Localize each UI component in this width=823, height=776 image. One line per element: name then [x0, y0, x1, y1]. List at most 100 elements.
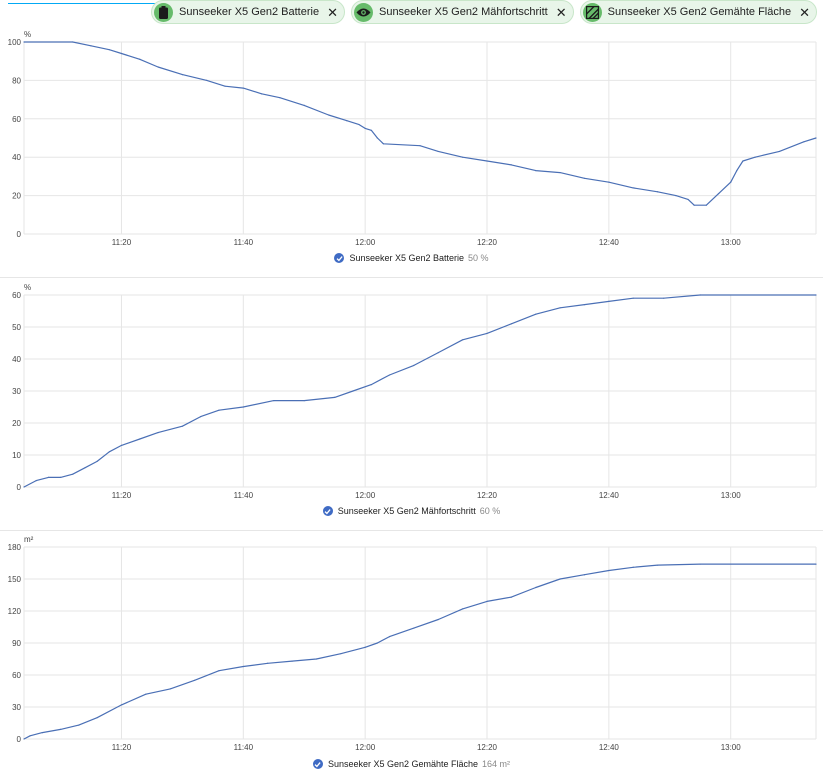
data-point: [346, 120, 348, 122]
y-tick-label: 20: [12, 419, 21, 428]
data-point: [169, 688, 171, 690]
data-point: [699, 563, 701, 565]
series-line: [24, 41, 817, 206]
data-point: [224, 85, 226, 87]
data-point: [358, 123, 360, 126]
data-point: [486, 160, 488, 162]
y-tick-label: 30: [12, 703, 21, 712]
data-point: [535, 170, 537, 172]
y-tick-label: 40: [12, 355, 21, 364]
y-tick-label: 10: [12, 451, 21, 460]
data-point: [96, 717, 98, 719]
x-tick-label: 12:40: [599, 743, 620, 752]
data-point: [218, 409, 220, 411]
data-point: [72, 473, 74, 475]
entity-chip-bar: Sunseeker X5 Gen2 Batterie ✕ Sunseeker X…: [151, 0, 817, 24]
y-tick-label: 150: [8, 575, 22, 584]
y-tick-label: 120: [8, 607, 22, 616]
data-point: [41, 732, 43, 734]
y-tick-label: 60: [12, 291, 21, 300]
data-point: [754, 156, 756, 158]
entity-chip-area[interactable]: Sunseeker X5 Gen2 Gemähte Fläche ✕: [579, 0, 817, 24]
data-point: [23, 486, 25, 488]
data-point: [157, 432, 159, 434]
data-point: [108, 451, 110, 453]
data-point: [699, 294, 701, 296]
data-point: [736, 170, 738, 172]
data-point: [120, 704, 123, 706]
data-point: [376, 642, 378, 644]
data-point: [376, 137, 378, 139]
data-point: [583, 574, 586, 576]
data-point: [364, 646, 366, 648]
y-tick-label: 180: [8, 543, 22, 552]
entity-chip-progress[interactable]: Sunseeker X5 Gen2 Mähfortschritt ✕: [350, 0, 574, 24]
data-point: [303, 104, 305, 106]
data-point: [413, 627, 415, 629]
x-tick-label: 13:00: [721, 491, 742, 500]
data-point: [657, 564, 659, 566]
x-tick-label: 11:40: [234, 491, 254, 500]
data-point: [29, 735, 31, 737]
texture-icon: [582, 2, 602, 22]
data-point: [59, 476, 62, 478]
x-tick-label: 12:00: [355, 491, 376, 500]
data-point: [193, 679, 196, 681]
data-point: [267, 662, 269, 664]
data-point: [462, 156, 464, 158]
data-point: [388, 636, 391, 638]
data-point: [583, 177, 586, 179]
data-point: [242, 406, 244, 408]
x-tick-label: 13:00: [721, 743, 742, 752]
battery-icon: [154, 2, 174, 22]
data-point: [608, 569, 610, 572]
data-point: [730, 181, 732, 183]
data-point: [803, 141, 805, 143]
x-tick-label: 12:20: [477, 491, 498, 500]
y-tick-label: 50: [12, 323, 21, 332]
data-point: [632, 297, 634, 299]
chip-label-area: Sunseeker X5 Gen2 Gemähte Fläche: [607, 6, 792, 18]
legend-label: Sunseeker X5 Gen2 Mähfortschritt: [337, 506, 476, 516]
data-point: [815, 294, 817, 296]
data-point: [486, 600, 488, 602]
close-icon[interactable]: ✕: [799, 6, 810, 19]
close-icon[interactable]: ✕: [556, 6, 567, 19]
y-tick-label: 0: [17, 735, 22, 744]
data-point: [778, 150, 781, 153]
x-tick-label: 12:40: [599, 238, 620, 247]
data-point: [413, 364, 415, 366]
data-point: [261, 93, 263, 95]
data-point: [47, 476, 49, 478]
data-point: [663, 297, 665, 299]
data-point: [120, 444, 123, 446]
data-point: [90, 45, 92, 47]
x-tick-label: 12:00: [355, 743, 376, 752]
data-point: [218, 670, 220, 672]
y-tick-label: 0: [17, 230, 22, 239]
x-tick-label: 12:00: [355, 238, 376, 247]
data-point: [139, 58, 141, 60]
data-point: [206, 79, 208, 81]
data-point: [157, 66, 159, 68]
legend-mowed-area[interactable]: Sunseeker X5 Gen2 Gemähte Fläche 164 m²: [0, 759, 823, 769]
chart-mowed-area: 0 30 60 90 120 150 180 11:20 11:40 12:00 12:20 12:4…: [0, 531, 823, 756]
data-point: [815, 563, 817, 565]
legend-battery[interactable]: Sunseeker X5 Gen2 Batterie 50 %: [0, 253, 823, 263]
data-point: [462, 608, 464, 610]
data-point: [364, 127, 366, 129]
data-point: [382, 143, 385, 145]
data-point: [632, 187, 634, 189]
y-tick-label: 60: [12, 115, 21, 124]
data-point: [632, 566, 634, 568]
entity-chip-battery[interactable]: Sunseeker X5 Gen2 Batterie ✕: [151, 0, 345, 24]
data-point: [242, 665, 244, 668]
divider: [0, 277, 823, 278]
legend-value: 50 %: [468, 253, 489, 263]
unit-label: %: [24, 30, 31, 39]
legend-mowing-progress[interactable]: Sunseeker X5 Gen2 Mähfortschritt 60 %: [0, 506, 823, 516]
data-point: [608, 300, 610, 302]
unit-label: %: [24, 283, 31, 292]
close-icon[interactable]: ✕: [327, 6, 338, 19]
y-tick-label: 80: [12, 76, 21, 85]
